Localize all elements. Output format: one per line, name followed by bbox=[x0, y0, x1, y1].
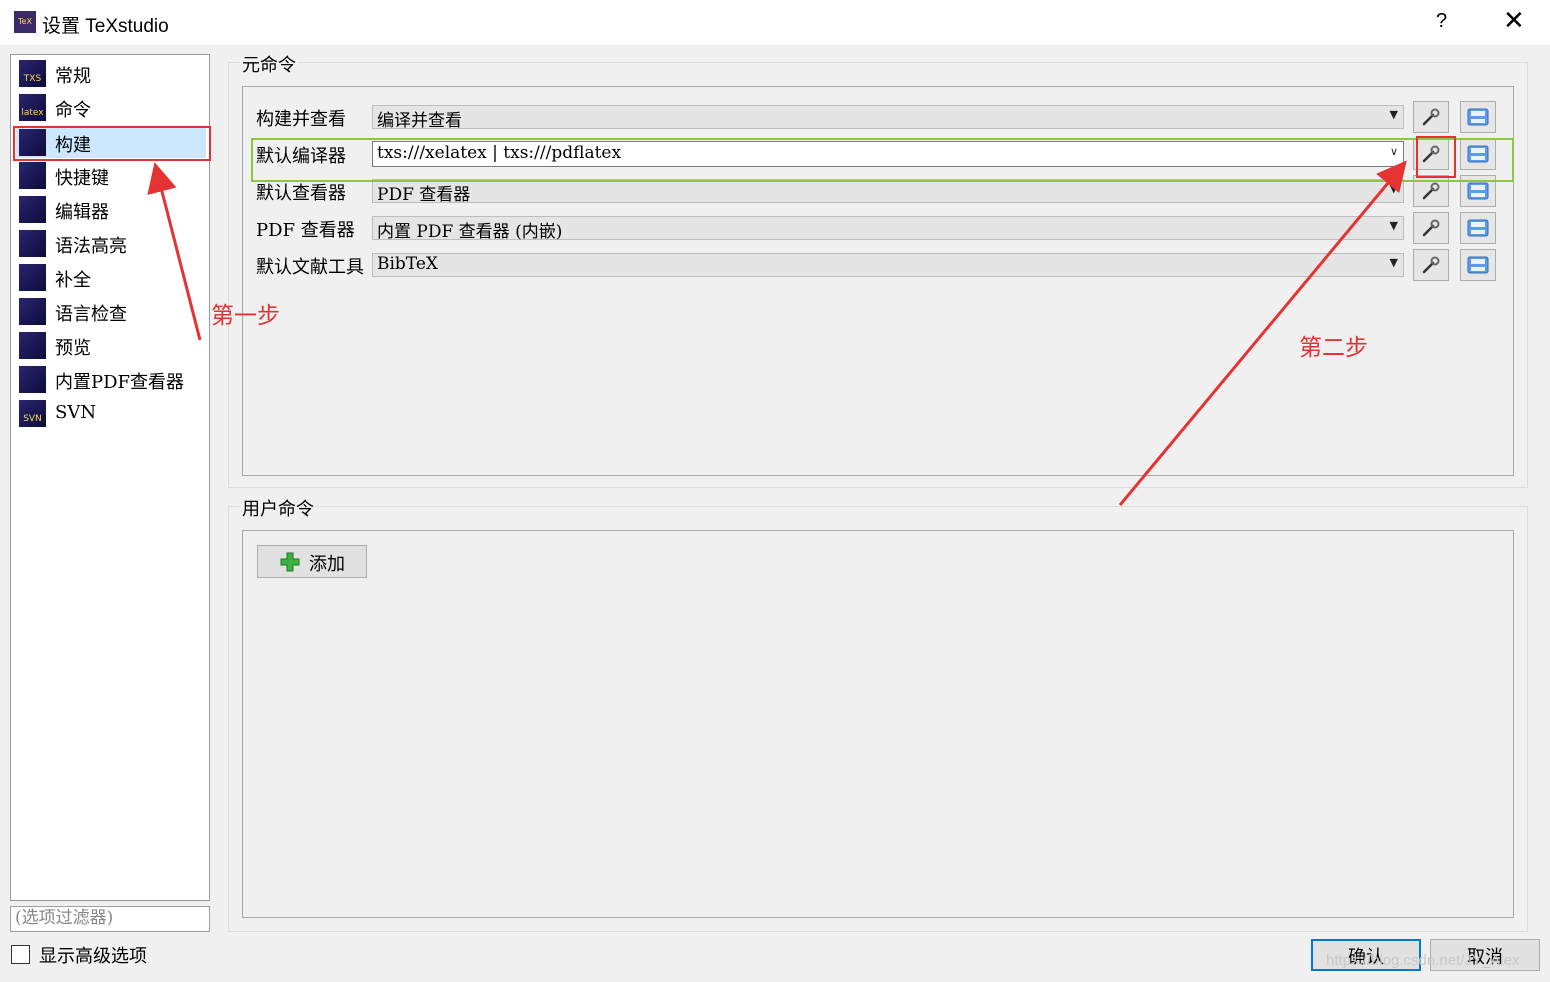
sidebar-item-general[interactable]: TXS 常规 bbox=[16, 57, 206, 89]
show-advanced-checkbox[interactable] bbox=[11, 945, 30, 964]
wrench-icon bbox=[1422, 219, 1440, 237]
settings-category-list[interactable]: TXS 常规 latex 命令 构建 快捷键 编辑器 语法高亮 补全 语言检查 … bbox=[10, 54, 210, 901]
configure-build-and-view-button[interactable] bbox=[1413, 101, 1449, 133]
save-pdf-viewer-button[interactable] bbox=[1460, 212, 1496, 244]
default-bibliography-tool-select[interactable]: BibTeX ▼ bbox=[372, 253, 1404, 277]
annotation-highlight-configure-button bbox=[1416, 136, 1456, 178]
default-viewer-label: 默认查看器 bbox=[256, 183, 346, 204]
sidebar-item-syntax-highlight[interactable]: 语法高亮 bbox=[16, 227, 206, 259]
sidebar-item-label: 补全 bbox=[55, 270, 91, 291]
save-icon bbox=[1467, 108, 1489, 126]
sidebar-item-editor[interactable]: 编辑器 bbox=[16, 193, 206, 225]
help-button[interactable]: ? bbox=[1436, 10, 1447, 33]
combo-value: 内置 PDF 查看器 (内嵌) bbox=[377, 222, 563, 242]
build-and-view-select[interactable]: 编译并查看 ▼ bbox=[372, 105, 1404, 131]
wrench-icon bbox=[1422, 182, 1440, 200]
step2-annotation: 第二步 bbox=[1299, 335, 1368, 361]
document-icon bbox=[19, 264, 46, 291]
window-title: 设置 TeXstudio bbox=[42, 16, 169, 37]
sidebar-item-internal-pdf-viewer[interactable]: 内置PDF查看器 bbox=[16, 363, 206, 395]
sidebar-item-label: 常规 bbox=[55, 66, 91, 87]
combo-value: BibTeX bbox=[377, 254, 438, 274]
annotation-highlight-build bbox=[13, 126, 211, 161]
highlight-icon bbox=[19, 230, 46, 257]
combo-value: 编译并查看 bbox=[377, 111, 462, 131]
dropdown-arrow-icon: ▼ bbox=[1389, 256, 1398, 269]
pdf-viewer-label: PDF 查看器 bbox=[256, 220, 355, 241]
title-bar: TeX 设置 TeXstudio ? ✕ bbox=[0, 0, 1550, 45]
sidebar-item-label: 命令 bbox=[55, 100, 91, 121]
dropdown-arrow-icon: ▼ bbox=[1389, 108, 1398, 121]
sidebar-item-completion[interactable]: 补全 bbox=[16, 261, 206, 293]
sidebar-item-language-check[interactable]: 语言检查 bbox=[16, 295, 206, 327]
sidebar-item-label: 预览 bbox=[55, 338, 91, 359]
sidebar-item-label: 快捷键 bbox=[55, 168, 109, 189]
user-commands-panel bbox=[242, 530, 1514, 918]
keyboard-icon bbox=[19, 162, 46, 189]
wrench-icon bbox=[1422, 256, 1440, 274]
plus-icon bbox=[280, 552, 300, 572]
wrench-icon bbox=[1422, 108, 1440, 126]
close-icon[interactable]: ✕ bbox=[1503, 6, 1525, 36]
save-bibliography-tool-button[interactable] bbox=[1460, 249, 1496, 281]
sidebar-item-label: 语法高亮 bbox=[55, 236, 127, 257]
save-icon bbox=[1467, 219, 1489, 237]
svn-icon: SVN bbox=[19, 400, 46, 427]
texstudio-app-icon: TeX bbox=[14, 11, 36, 33]
add-button-label: 添加 bbox=[309, 554, 345, 575]
build-and-view-label: 构建并查看 bbox=[256, 109, 346, 130]
annotation-highlight-default-compiler bbox=[251, 138, 1514, 182]
user-commands-title: 用户命令 bbox=[240, 495, 316, 521]
add-user-command-button[interactable]: 添加 bbox=[257, 545, 367, 578]
configure-bibliography-tool-button[interactable] bbox=[1413, 249, 1449, 281]
combo-value: PDF 查看器 bbox=[377, 185, 471, 205]
sidebar-item-label: 语言检查 bbox=[55, 304, 127, 325]
sidebar-item-commands[interactable]: latex 命令 bbox=[16, 91, 206, 123]
watermark: https://blog.csdn.net/JY_Alex bbox=[1326, 952, 1520, 969]
sidebar-item-svn[interactable]: SVN SVN bbox=[16, 397, 206, 429]
option-filter[interactable] bbox=[10, 906, 210, 932]
sidebar-item-label: 内置PDF查看器 bbox=[55, 372, 185, 393]
option-filter-input[interactable] bbox=[11, 907, 209, 929]
dropdown-arrow-icon: ▼ bbox=[1389, 219, 1398, 232]
page-icon bbox=[19, 332, 46, 359]
sidebar-item-shortcuts[interactable]: 快捷键 bbox=[16, 159, 206, 191]
step1-annotation: 第一步 bbox=[211, 303, 280, 329]
latex-icon: latex bbox=[19, 94, 46, 121]
sidebar-item-label: SVN bbox=[55, 402, 97, 423]
save-build-and-view-button[interactable] bbox=[1460, 101, 1496, 133]
text-cursor-icon bbox=[19, 298, 46, 325]
txs-icon: TXS bbox=[19, 60, 46, 87]
page-icon bbox=[19, 366, 46, 393]
configure-pdf-viewer-button[interactable] bbox=[1413, 212, 1449, 244]
sidebar-item-label: 编辑器 bbox=[55, 202, 109, 223]
save-icon bbox=[1467, 256, 1489, 274]
text-cursor-icon bbox=[19, 196, 46, 223]
show-advanced-label: 显示高级选项 bbox=[39, 946, 147, 967]
default-viewer-select[interactable]: PDF 查看器 ▼ bbox=[372, 179, 1404, 205]
pdf-viewer-select[interactable]: 内置 PDF 查看器 (内嵌) ▼ bbox=[372, 216, 1404, 242]
sidebar-item-preview[interactable]: 预览 bbox=[16, 329, 206, 361]
default-bibliography-tool-label: 默认文献工具 bbox=[256, 257, 364, 278]
save-icon bbox=[1467, 182, 1489, 200]
dropdown-arrow-icon: ▼ bbox=[1389, 182, 1398, 195]
meta-commands-title: 元命令 bbox=[240, 51, 298, 77]
